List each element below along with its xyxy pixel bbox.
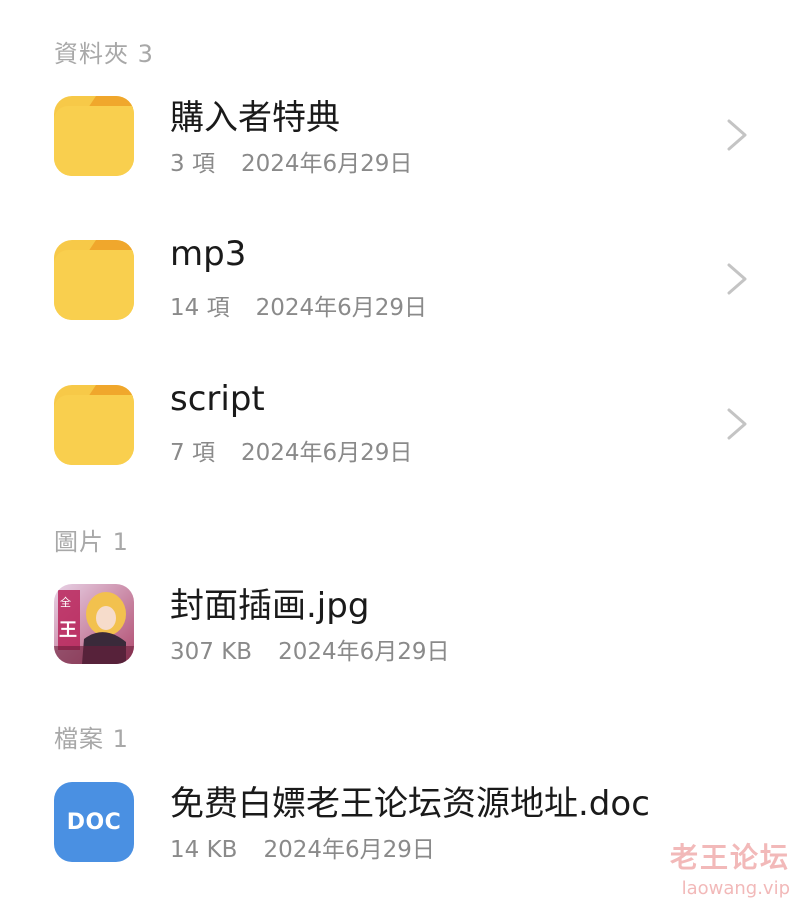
file-meta: 14 KB 2024年6月29日 bbox=[170, 830, 435, 864]
file-browser: 資料夾 3 購入者特典 3 項 2024年6月29日 mp3 14 項 2024年6… bbox=[0, 0, 800, 902]
folder-row[interactable]: script 7 項 2024年6月29日 bbox=[0, 379, 800, 505]
folder-item-count: 14 項 bbox=[170, 295, 230, 321]
chevron-right-icon bbox=[727, 119, 747, 151]
folder-item-count: 7 項 bbox=[170, 440, 215, 466]
folder-row[interactable]: mp3 14 項 2024年6月29日 bbox=[0, 234, 800, 360]
folder-item-count: 3 項 bbox=[170, 151, 215, 177]
folder-meta: 7 項 2024年6月29日 bbox=[170, 433, 412, 467]
folder-date: 2024年6月29日 bbox=[255, 295, 428, 321]
watermark-title: 老王论坛 bbox=[669, 841, 790, 874]
section-header-files: 檔案 1 bbox=[54, 725, 129, 753]
image-file-size: 307 KB bbox=[170, 639, 253, 665]
chevron-right-icon bbox=[727, 408, 747, 440]
folder-name: script bbox=[170, 379, 265, 419]
folder-meta: 14 項 2024年6月29日 bbox=[170, 288, 427, 322]
doc-icon-label: DOC bbox=[54, 782, 134, 862]
image-thumbnail: 全 王 bbox=[54, 584, 134, 664]
watermark-url: laowang.vip bbox=[681, 878, 790, 899]
image-file-name: 封面插画.jpg bbox=[170, 586, 370, 626]
section-header-images: 圖片 1 bbox=[54, 528, 129, 556]
svg-text:全: 全 bbox=[60, 595, 71, 609]
folder-icon bbox=[54, 385, 134, 465]
section-header-folders: 資料夾 3 bbox=[54, 40, 154, 68]
folder-name: 購入者特典 bbox=[170, 98, 340, 138]
file-date: 2024年6月29日 bbox=[263, 837, 435, 863]
folder-date: 2024年6月29日 bbox=[240, 151, 413, 177]
svg-text:王: 王 bbox=[59, 620, 77, 641]
folder-row[interactable]: 購入者特典 3 項 2024年6月29日 bbox=[0, 96, 800, 216]
folder-date: 2024年6月29日 bbox=[240, 440, 413, 466]
file-size: 14 KB bbox=[170, 837, 238, 863]
folder-name: mp3 bbox=[170, 234, 247, 274]
folder-icon bbox=[54, 96, 134, 176]
file-name: 免费白嫖老王论坛资源地址.doc bbox=[170, 784, 650, 824]
folder-meta: 3 項 2024年6月29日 bbox=[170, 144, 412, 178]
doc-file-icon: DOC bbox=[54, 782, 134, 862]
image-file-meta: 307 KB 2024年6月29日 bbox=[170, 632, 450, 666]
folder-icon bbox=[54, 240, 134, 320]
image-row[interactable]: 全 王 封面插画.jpg 307 KB 2024年6月29日 bbox=[0, 584, 800, 704]
watermark: 老王论坛 laowang.vip bbox=[660, 836, 790, 899]
chevron-right-icon bbox=[727, 263, 747, 295]
image-file-date: 2024年6月29日 bbox=[278, 639, 450, 665]
